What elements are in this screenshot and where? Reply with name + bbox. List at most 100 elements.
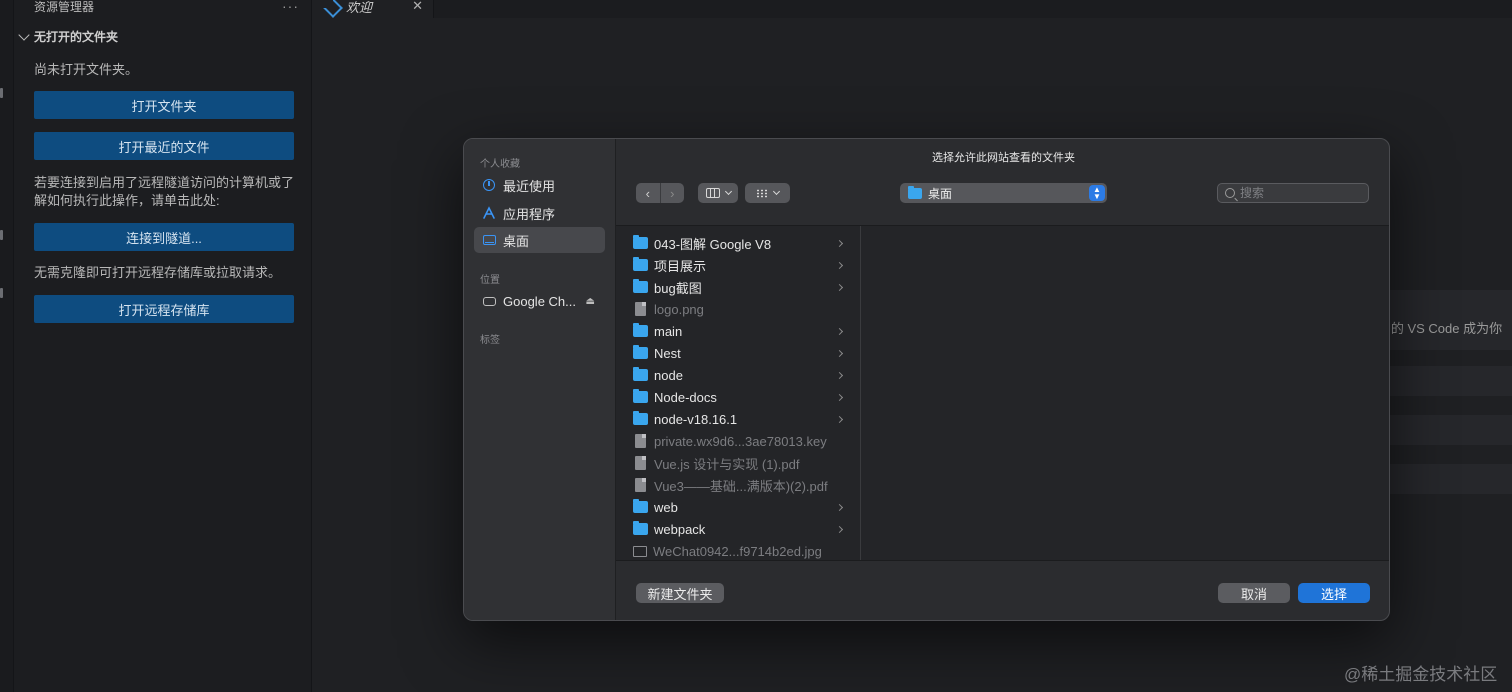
tab-welcome[interactable]: 欢迎 ✕	[312, 0, 434, 18]
file-name: private.wx9d6...3ae78013.key	[654, 433, 827, 449]
vscode-icon	[324, 0, 338, 13]
list-item[interactable]: 项目展示	[616, 254, 860, 276]
file-name: Vue.js 设计与实现 (1).pdf	[654, 456, 800, 472]
chevron-right-icon	[835, 525, 844, 533]
search-icon	[1225, 188, 1235, 198]
grid-icon	[756, 188, 768, 198]
chevron-down-icon	[18, 28, 30, 41]
back-button[interactable]: ‹	[636, 183, 661, 203]
back-forward-buttons: ‹ ›	[636, 183, 684, 203]
file-browser: 043-图解 Google V8 项目展示 bug截图 logo.png mai…	[616, 225, 1389, 561]
dialog-title: 选择允许此网站查看的文件夹	[932, 152, 1075, 164]
folder-icon	[633, 499, 648, 513]
list-item[interactable]: node	[616, 364, 860, 386]
chevron-right-icon	[835, 283, 844, 291]
close-icon[interactable]: ✕	[412, 0, 423, 14]
list-item[interactable]: bug截图	[616, 276, 860, 298]
activity-bar	[0, 0, 14, 692]
sidebar-item-label: 最近使用	[503, 178, 556, 194]
location-label: 桌面	[928, 186, 953, 201]
list-item[interactable]: webpack	[616, 518, 860, 540]
no-folder-section-header[interactable]: 无打开的文件夹	[18, 28, 119, 45]
file-name: bug截图	[654, 280, 702, 296]
tunnel-help-text-2: 解如何执行此操作，请单击此处:	[34, 193, 220, 208]
list-item[interactable]: Node-docs	[616, 386, 860, 408]
clock-icon	[482, 178, 496, 192]
open-recent-button[interactable]: 打开最近的文件	[34, 132, 294, 160]
locations-header: 位置	[480, 275, 500, 286]
list-item: Vue.js 设计与实现 (1).pdf	[616, 452, 860, 474]
sidebar-item-label: 桌面	[503, 233, 530, 249]
explorer-title: 资源管理器	[34, 0, 95, 14]
sidebar-item-google-chrome[interactable]: Google Ch... ⏏	[474, 288, 605, 314]
chevron-down-icon	[724, 187, 732, 196]
welcome-card[interactable]	[1390, 415, 1512, 445]
forward-button[interactable]: ›	[660, 183, 684, 203]
chevron-right-icon	[835, 371, 844, 379]
tab-label: 欢迎	[346, 0, 373, 15]
choose-button[interactable]: 选择	[1298, 583, 1370, 603]
file-name: Vue3——基础...满版本)(2).pdf	[654, 478, 828, 494]
file-name: webpack	[654, 521, 706, 537]
columns-view-icon	[705, 188, 720, 198]
eject-icon[interactable]: ⏏	[586, 296, 595, 307]
more-actions-icon[interactable]: ···	[282, 0, 299, 14]
tags-header: 标签	[480, 335, 500, 346]
file-column: 043-图解 Google V8 项目展示 bug截图 logo.png mai…	[616, 226, 861, 560]
folder-icon	[908, 185, 922, 199]
open-folder-button[interactable]: 打开文件夹	[34, 91, 294, 119]
chevron-right-icon	[835, 239, 844, 247]
view-mode-button[interactable]	[698, 183, 738, 203]
sidebar-item-label: 应用程序	[503, 206, 556, 222]
welcome-card[interactable]	[1390, 366, 1512, 396]
dialog-sidebar: 个人收藏 最近使用 应用程序 桌面 位置 Google Ch... ⏏ 标签	[464, 139, 616, 620]
folder-icon	[633, 411, 648, 425]
file-name: WeChat0942...f9714b2ed.jpg	[653, 543, 822, 559]
list-item[interactable]: node-v18.16.1	[616, 408, 860, 430]
activity-indicator	[0, 230, 3, 240]
file-name: node-v18.16.1	[654, 411, 738, 427]
list-item: Vue3——基础...满版本)(2).pdf	[616, 474, 860, 496]
location-dropdown[interactable]: 桌面 ▲ ▼	[900, 183, 1107, 203]
cancel-button[interactable]: 取消	[1218, 583, 1290, 603]
open-remote-repo-button[interactable]: 打开远程存储库	[34, 295, 294, 323]
new-folder-button[interactable]: 新建文件夹	[636, 583, 724, 603]
folder-icon	[633, 389, 648, 403]
list-item[interactable]: 043-图解 Google V8	[616, 232, 860, 254]
list-item[interactable]: Nest	[616, 342, 860, 364]
apps-icon	[482, 206, 496, 220]
file-name: node	[654, 367, 683, 383]
image-file-icon	[633, 545, 647, 557]
connect-tunnel-button[interactable]: 连接到隧道...	[34, 223, 294, 251]
remote-repo-text: 无需克隆即可打开远程存储库或拉取请求。	[34, 265, 282, 280]
updown-arrows-icon: ▲ ▼	[1089, 185, 1105, 201]
file-name: logo.png	[654, 301, 704, 317]
sidebar-item-desktop[interactable]: 桌面	[474, 227, 605, 253]
dialog-main: 选择允许此网站查看的文件夹 ‹ › 桌面 ▲ ▼ 搜索 043-图解 Googl…	[616, 139, 1389, 620]
sidebar-item-recents[interactable]: 最近使用	[474, 172, 605, 198]
folder-icon	[633, 323, 648, 337]
folder-icon	[633, 279, 648, 293]
chevron-right-icon	[835, 261, 844, 269]
list-item[interactable]: web	[616, 496, 860, 518]
explorer-sidebar: 资源管理器 ··· 无打开的文件夹 尚未打开文件夹。 打开文件夹 打开最近的文件…	[14, 0, 312, 692]
chevron-right-icon	[835, 327, 844, 335]
folder-icon	[633, 367, 648, 381]
sidebar-item-applications[interactable]: 应用程序	[474, 200, 605, 226]
file-name: Nest	[654, 345, 681, 361]
chevron-down-icon	[772, 187, 781, 196]
list-item[interactable]: main	[616, 320, 860, 342]
search-input[interactable]	[1240, 186, 1350, 200]
file-icon	[635, 478, 646, 492]
tunnel-help-text-1: 若要连接到启用了远程隧道访问的计算机或了	[34, 175, 295, 190]
folder-icon	[633, 521, 648, 535]
group-by-button[interactable]	[745, 183, 790, 203]
file-icon	[635, 456, 646, 470]
folder-icon	[633, 257, 648, 271]
welcome-card[interactable]	[1390, 464, 1512, 494]
watermark: @稀土掘金技术社区	[1344, 665, 1498, 684]
section-title: 无打开的文件夹	[34, 30, 119, 44]
image-file-icon	[635, 302, 646, 316]
search-field[interactable]	[1217, 183, 1369, 203]
no-folder-text: 尚未打开文件夹。	[34, 62, 139, 77]
